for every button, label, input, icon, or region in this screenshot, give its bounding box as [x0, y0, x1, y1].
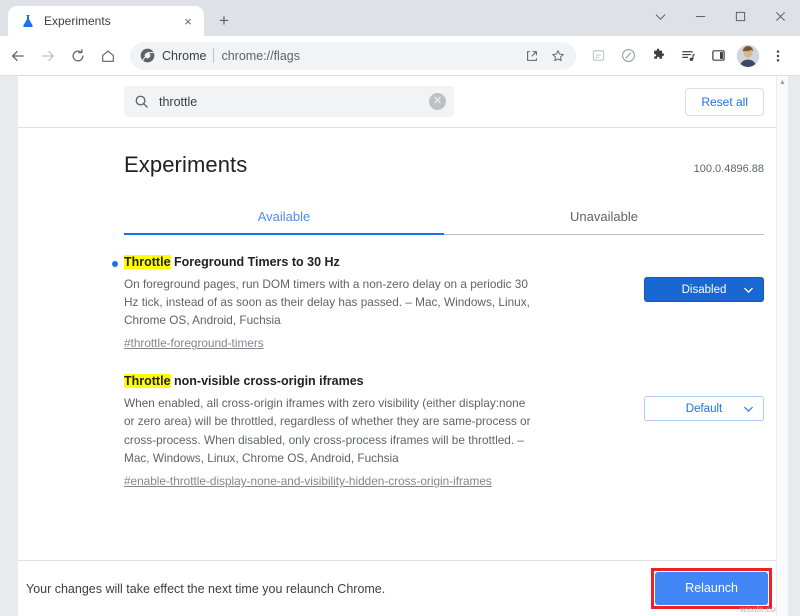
- flags-list: Throttle Foreground Timers to 30 Hz On f…: [124, 255, 764, 490]
- window-controls: [640, 0, 800, 32]
- flag-description: When enabled, all cross-origin iframes w…: [124, 394, 536, 467]
- page-title: Experiments: [124, 152, 247, 178]
- forward-icon[interactable]: [34, 42, 62, 70]
- modified-dot-icon: [112, 261, 118, 267]
- search-input[interactable]: throttle ✕: [124, 86, 454, 117]
- flag-permalink[interactable]: #throttle-foreground-timers: [124, 336, 264, 350]
- flag-select[interactable]: Disabled: [644, 277, 764, 302]
- back-icon[interactable]: [4, 42, 32, 70]
- clear-search-icon[interactable]: ✕: [429, 93, 446, 110]
- flag-name: Throttle Foreground Timers to 30 Hz: [124, 255, 626, 271]
- flag-details: Throttle Foreground Timers to 30 Hz On f…: [124, 255, 644, 352]
- extensions-puzzle-icon[interactable]: [644, 42, 672, 70]
- new-tab-button[interactable]: +: [210, 6, 238, 34]
- flags-search-bar: throttle ✕ Reset all: [18, 76, 788, 128]
- tab-available[interactable]: Available: [124, 200, 444, 234]
- flag-permalink[interactable]: #enable-throttle-display-none-and-visibi…: [124, 474, 492, 488]
- flag-select[interactable]: Default: [644, 396, 764, 421]
- omnibox-url[interactable]: chrome://flags: [221, 49, 513, 63]
- flag-name-match: Throttle: [124, 374, 171, 388]
- flag-select-value: Disabled: [682, 284, 727, 296]
- browser-window: Experiments × +: [0, 0, 800, 616]
- search-input-value[interactable]: throttle: [159, 95, 420, 109]
- omnibox-separator: [213, 48, 214, 63]
- flag-select-container: Disabled: [644, 255, 764, 302]
- browser-tab-experiments[interactable]: Experiments ×: [8, 6, 204, 36]
- chrome-menu-icon[interactable]: [764, 42, 792, 70]
- chevron-down-icon: [743, 284, 754, 295]
- relaunch-message: Your changes will take effect the next t…: [26, 582, 385, 596]
- browser-toolbar: Chrome chrome://flags: [0, 36, 800, 76]
- minimize-icon[interactable]: [680, 0, 720, 32]
- flag-item: Throttle non-visible cross-origin iframe…: [124, 374, 764, 490]
- flags-tabs: Available Unavailable: [124, 200, 764, 235]
- tab-unavailable[interactable]: Unavailable: [444, 200, 764, 234]
- side-panel-icon[interactable]: [704, 42, 732, 70]
- share-icon[interactable]: [520, 44, 544, 68]
- close-icon[interactable]: [760, 0, 800, 32]
- media-list-icon[interactable]: [674, 42, 702, 70]
- avatar[interactable]: [734, 42, 762, 70]
- chrome-version: 100.0.4896.88: [694, 163, 764, 175]
- flag-select-value: Default: [686, 403, 722, 415]
- chrome-logo-icon: [140, 48, 155, 63]
- search-icon: [134, 94, 150, 109]
- flag-select-container: Default: [644, 374, 764, 421]
- page-viewport: throttle ✕ Reset all Experiments 100.0.4…: [0, 76, 800, 616]
- relaunch-annotation-box: Relaunch: [651, 568, 772, 609]
- chevron-down-icon: [743, 403, 754, 414]
- maximize-icon[interactable]: [720, 0, 760, 32]
- flags-header: Experiments 100.0.4896.88: [124, 128, 764, 178]
- relaunch-bar: Your changes will take effect the next t…: [18, 560, 788, 616]
- reset-all-button[interactable]: Reset all: [685, 88, 764, 116]
- flag-name-rest: non-visible cross-origin iframes: [171, 374, 364, 388]
- flag-description: On foreground pages, run DOM timers with…: [124, 275, 536, 330]
- flag-name-rest: Foreground Timers to 30 Hz: [171, 255, 340, 269]
- page-scrollbar[interactable]: ▲: [776, 76, 788, 616]
- flag-name: Throttle non-visible cross-origin iframe…: [124, 374, 626, 390]
- tab-title: Experiments: [44, 14, 172, 28]
- tab-strip: Experiments × +: [0, 0, 800, 36]
- scroll-up-icon[interactable]: ▲: [779, 79, 786, 86]
- reading-mode-icon[interactable]: [584, 42, 612, 70]
- relaunch-button[interactable]: Relaunch: [655, 572, 768, 605]
- bookmark-star-icon[interactable]: [546, 44, 570, 68]
- flag-name-match: Throttle: [124, 255, 171, 269]
- flag-item: Throttle Foreground Timers to 30 Hz On f…: [124, 255, 764, 352]
- reload-icon[interactable]: [64, 42, 92, 70]
- tab-close-icon[interactable]: ×: [180, 13, 196, 29]
- omnibox-actions: [520, 44, 570, 68]
- tab-search-icon[interactable]: [640, 0, 680, 32]
- flag-details: Throttle non-visible cross-origin iframe…: [124, 374, 644, 490]
- home-icon[interactable]: [94, 42, 122, 70]
- omnibox-chip-label: Chrome: [162, 49, 206, 63]
- flags-content: Experiments 100.0.4896.88 Available Unav…: [18, 128, 788, 560]
- profile-badge-icon[interactable]: [614, 42, 642, 70]
- flags-page: throttle ✕ Reset all Experiments 100.0.4…: [18, 76, 788, 616]
- flask-icon: [20, 13, 36, 29]
- address-bar[interactable]: Chrome chrome://flags: [130, 42, 576, 70]
